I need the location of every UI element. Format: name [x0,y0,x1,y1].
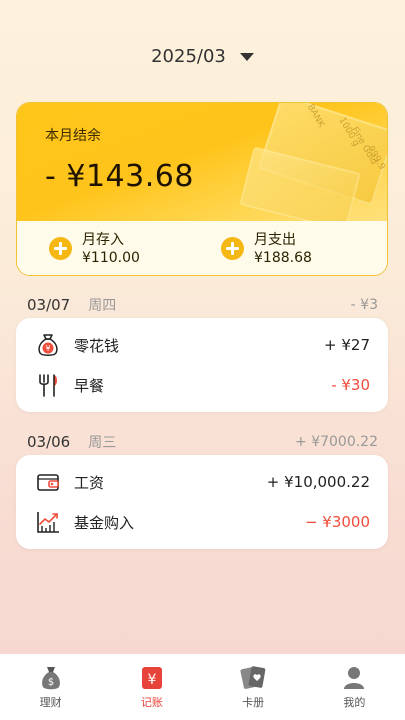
bottom-tab-bar: $ 理财 ¥ 记账 卡册 我的 [0,654,405,720]
tab-label: 理财 [39,696,62,709]
day-date: 03/07 [27,296,71,314]
tab-cards[interactable]: 卡册 [223,664,283,710]
tab-label: 记账 [140,696,163,709]
entry-amount: − ¥3000 [304,513,370,531]
entry-amount: + ¥10,000.22 [266,473,370,491]
deposit-value: ¥110.00 [82,250,140,266]
day-weekday: 周四 [88,298,117,314]
tab-finance[interactable]: $ 理财 [21,664,81,710]
entry-row[interactable]: ¥ 零花钱 + ¥27 [34,332,370,358]
summary-stats: 月存入 ¥110.00 月支出 ¥188.68 [17,221,387,275]
svg-text:$: $ [47,677,53,688]
tab-label: 我的 [343,696,366,709]
expense-value: ¥188.68 [254,250,312,266]
wallet-icon [34,469,62,495]
summary-banner: 1000 g Fine Gold 999.9 BANK 本月结余 - ¥143.… [17,103,387,221]
chart-up-icon [34,509,62,535]
monthly-deposit[interactable]: 月存入 ¥110.00 [49,231,140,267]
plus-circle-icon [221,237,244,260]
money-bag-icon: ¥ [34,332,62,358]
day-weekday: 周三 [88,435,117,451]
month-picker[interactable]: 2025/03 [0,46,405,67]
tab-label: 卡册 [242,696,265,709]
money-bag-icon: $ [39,664,63,692]
day-card: ¥ 零花钱 + ¥27 早餐 - ¥30 [16,318,388,412]
dropdown-caret-icon [239,52,254,61]
entry-amount: + ¥27 [324,336,370,354]
svg-text:¥: ¥ [45,344,50,353]
deposit-label: 月存入 [82,232,124,248]
plus-circle-icon [49,237,72,260]
tab-profile[interactable]: 我的 [324,664,384,710]
cards-icon [238,664,268,692]
day-date: 03/06 [27,433,71,451]
entry-name: 零花钱 [74,336,120,355]
entry-amount: - ¥30 [331,376,370,394]
monthly-expense[interactable]: 月支出 ¥188.68 [221,231,312,267]
yen-ledger-icon: ¥ [140,664,164,692]
day-total: + ¥7000.22 [295,434,378,450]
month-label: 2025/03 [151,46,226,67]
summary-title: 本月结余 [45,128,101,144]
entry-name: 基金购入 [74,513,135,532]
tab-ledger[interactable]: ¥ 记账 [122,664,182,710]
balance-amount: - ¥143.68 [45,159,194,194]
entry-row[interactable]: 工资 + ¥10,000.22 [34,469,370,495]
day-total: - ¥3 [350,297,378,313]
day-header: 03/06 周三 + ¥7000.22 [27,432,378,452]
user-icon [342,664,366,692]
fork-knife-icon [34,372,62,398]
expense-label: 月支出 [254,232,296,248]
entry-row[interactable]: 早餐 - ¥30 [34,372,370,398]
entry-row[interactable]: 基金购入 − ¥3000 [34,509,370,535]
day-card: 工资 + ¥10,000.22 基金购入 − ¥3000 [16,455,388,549]
entry-name: 工资 [74,473,105,492]
entry-name: 早餐 [74,376,105,395]
svg-text:¥: ¥ [147,672,156,688]
monthly-summary-card: 1000 g Fine Gold 999.9 BANK 本月结余 - ¥143.… [16,102,388,276]
day-header: 03/07 周四 - ¥3 [27,295,378,315]
